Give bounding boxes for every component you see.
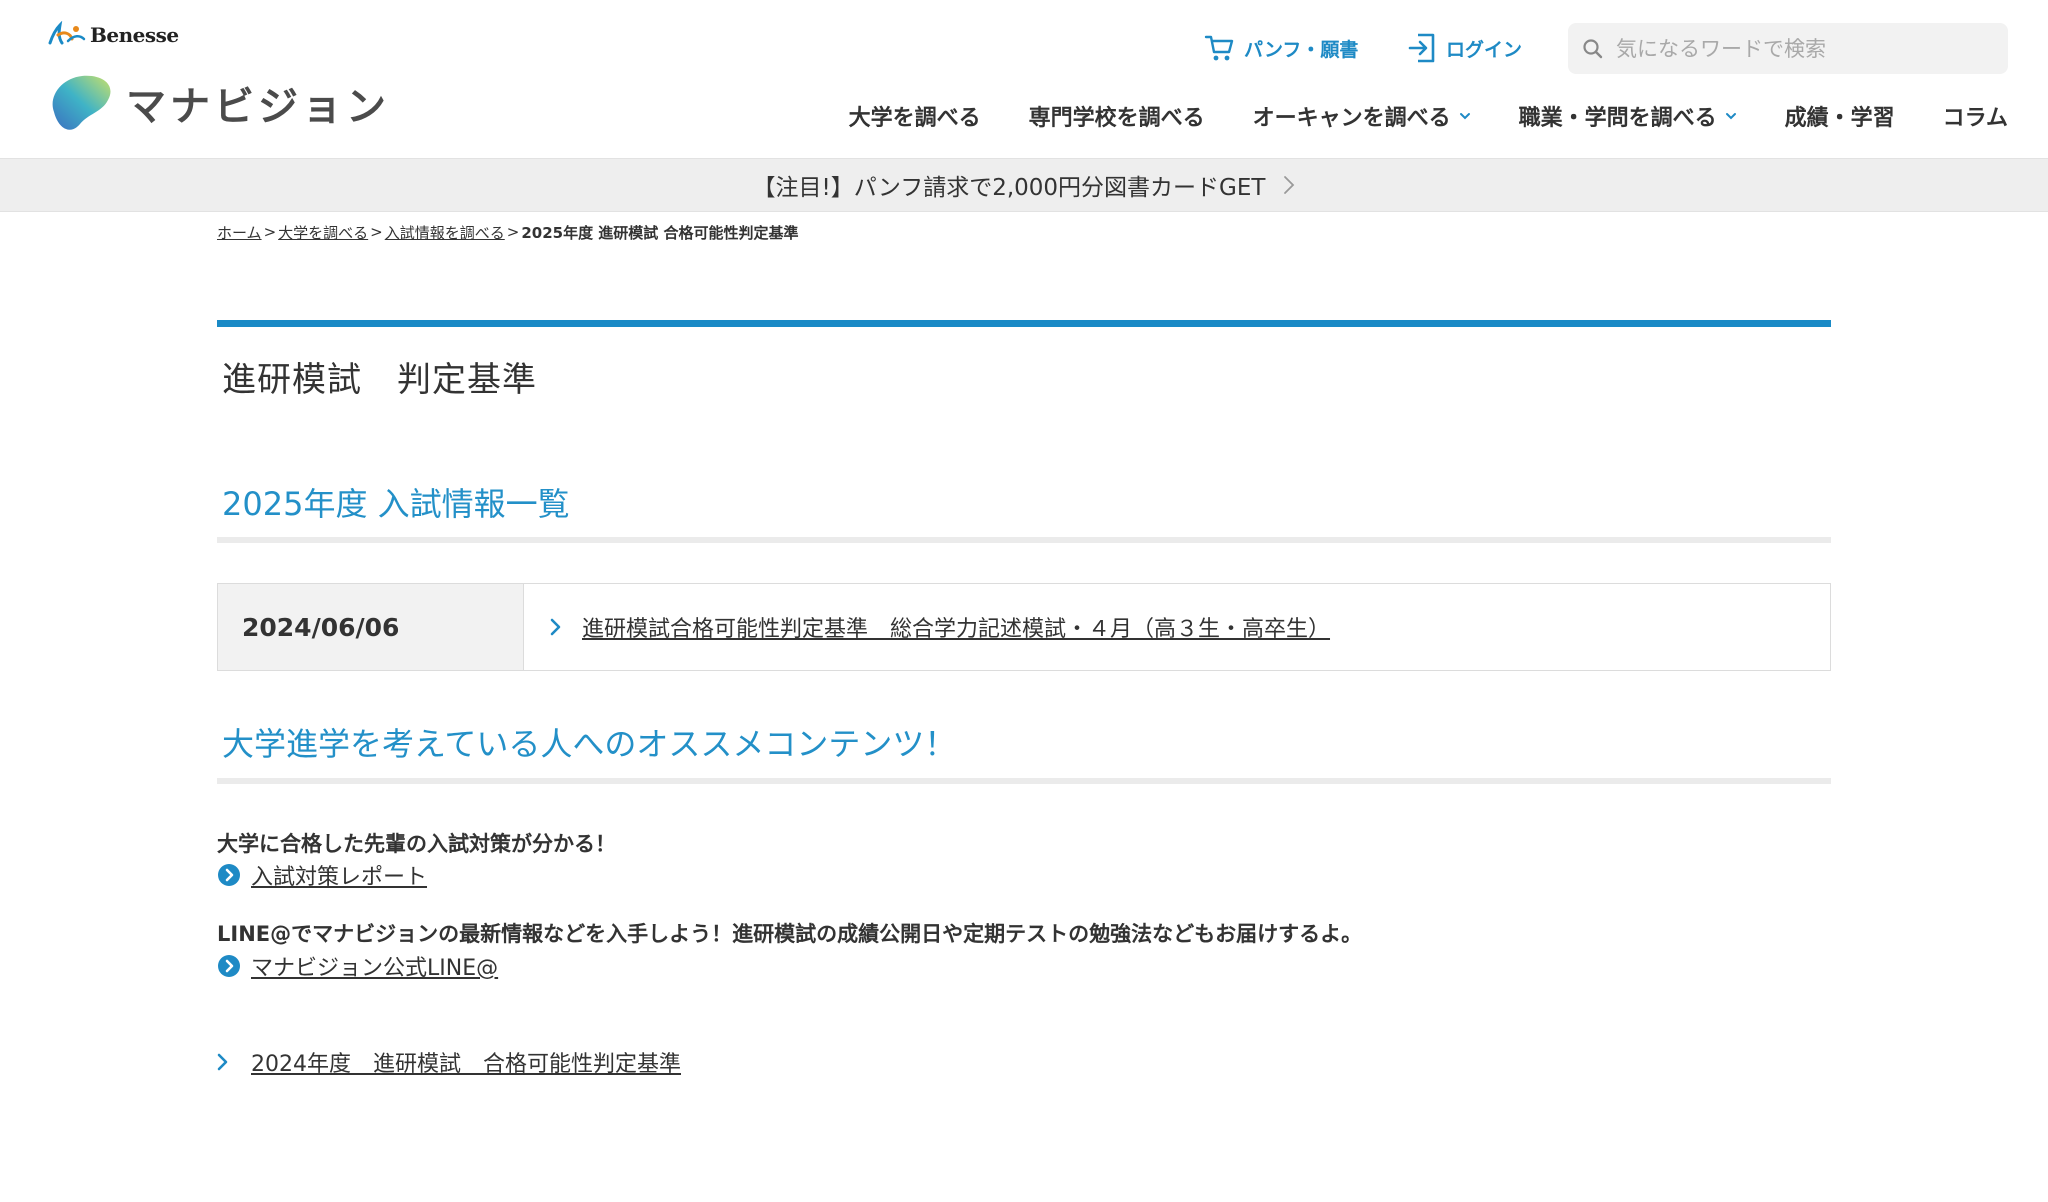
login-link[interactable]: ログイン <box>1408 30 1522 66</box>
section-heading-recommendations: 大学進学を考えている人へのオススメコンテンツ！ <box>222 725 957 763</box>
chevron-right-icon <box>217 1053 228 1071</box>
breadcrumb-separator: > <box>370 223 383 241</box>
nav-item-universities[interactable]: 大学を調べる <box>849 100 981 132</box>
entry-date: 2024/06/06 <box>218 584 524 670</box>
recommendation-item: マナビジョン公式LINE@ <box>217 950 498 982</box>
cart-icon <box>1204 35 1234 61</box>
benesse-logo[interactable]: Benesse <box>46 20 179 50</box>
chevron-circle-icon <box>218 955 240 977</box>
table-row: 2024/06/06 進研模試合格可能性判定基準 総合学力記述模試・４月（高３生… <box>217 583 1831 671</box>
nav-item-label: 職業・学問を調べる <box>1518 106 1717 131</box>
nav-item-label: コラム <box>1942 106 2008 131</box>
chevron-down-icon <box>1459 113 1470 120</box>
benesse-mark-icon <box>48 21 86 45</box>
nav-item-column[interactable]: コラム <box>1943 100 2008 132</box>
chevron-circle-icon <box>218 864 240 886</box>
nav-item-open-campus[interactable]: オーキャンを調べる <box>1253 100 1471 132</box>
nav-item-vocational-schools[interactable]: 専門学校を調べる <box>1029 100 1205 132</box>
breadcrumb: ホーム > 大学を調べる > 入試情報を調べる > 2025年度 進研模試 合格… <box>217 220 799 244</box>
breadcrumb-separator: > <box>506 223 520 241</box>
nav-item-grades[interactable]: 成績・学習 <box>1785 100 1895 132</box>
search-box <box>1568 23 2008 74</box>
entry-link-cell: 進研模試合格可能性判定基準 総合学力記述模試・４月（高３生・高卒生） <box>524 584 1830 670</box>
entrance-report-link[interactable]: 入試対策レポート <box>251 859 427 891</box>
chevron-down-icon <box>1725 113 1736 120</box>
page-title: 進研模試 判定基準 <box>222 360 537 400</box>
login-label: ログイン <box>1446 38 1523 61</box>
nav-item-careers[interactable]: 職業・学問を調べる <box>1519 100 1737 132</box>
section-divider <box>217 778 1831 784</box>
breadcrumb-home[interactable]: ホーム <box>217 222 262 243</box>
chevron-right-icon <box>1284 176 1295 194</box>
entry-link[interactable]: 進研模試合格可能性判定基準 総合学力記述模試・４月（高３生・高卒生） <box>582 611 1330 643</box>
search-input[interactable] <box>1616 36 1986 61</box>
breadcrumb-universities[interactable]: 大学を調べる <box>278 222 368 243</box>
nav-item-label: 専門学校を調べる <box>1028 106 1205 131</box>
search-icon <box>1583 38 1603 58</box>
promo-banner[interactable]: 【注目!】パンフ請求で2,000円分図書カードGET <box>0 158 2048 212</box>
nav-item-label: 大学を調べる <box>848 106 981 131</box>
site-wordmark: マナビジョン <box>126 84 390 130</box>
previous-year-link[interactable]: 2024年度 進研模試 合格可能性判定基準 <box>251 1046 681 1078</box>
global-nav: 大学を調べる 専門学校を調べる オーキャンを調べる 職業・学問を調べる 成績・学… <box>801 98 2008 134</box>
site-header: Benesse マナビジョン パンフ・願書 ログイン 気になるワードで検索 大学… <box>0 0 2048 158</box>
promo-text: 【注目!】パンフ請求で2,000円分図書カードGET <box>752 175 1266 201</box>
title-divider <box>217 320 1831 327</box>
line-official-link[interactable]: マナビジョン公式LINE@ <box>251 950 498 982</box>
manavision-blob-icon <box>52 75 111 130</box>
breadcrumb-current: 2025年度 進研模試 合格可能性判定基準 <box>521 223 799 242</box>
breadcrumb-admissions[interactable]: 入試情報を調べる <box>385 222 505 243</box>
benesse-wordmark: Benesse <box>90 23 179 47</box>
section-divider <box>217 537 1831 543</box>
breadcrumb-separator: > <box>263 223 277 241</box>
previous-year-item: 2024年度 進研模試 合格可能性判定基準 <box>217 1046 681 1078</box>
nav-item-label: 成績・学習 <box>1784 106 1895 131</box>
recommendation-lead: LINE@でマナビジョンの最新情報などを入手しよう！進研模試の成績公開日や定期テ… <box>217 922 1363 946</box>
section-heading-admissions: 2025年度 入試情報一覧 <box>222 485 570 523</box>
recommendation-item: 入試対策レポート <box>217 859 427 891</box>
manavision-logo[interactable]: マナビジョン <box>46 72 390 134</box>
pamphlet-link[interactable]: パンフ・願書 <box>1204 30 1358 66</box>
recommendation-lead: 大学に合格した先輩の入試対策が分かる！ <box>217 832 616 856</box>
login-icon <box>1408 33 1435 63</box>
nav-item-label: オーキャンを調べる <box>1252 106 1451 131</box>
chevron-right-icon <box>550 618 561 636</box>
pamphlet-label: パンフ・願書 <box>1244 38 1359 61</box>
